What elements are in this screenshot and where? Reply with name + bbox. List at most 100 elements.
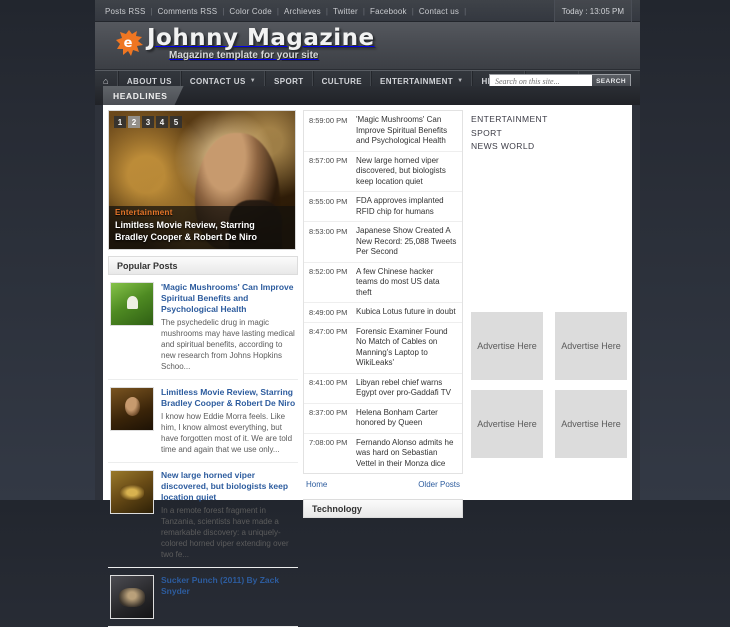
ticker-navigation: Home Older Posts: [303, 474, 463, 497]
ticker-time: 8:41:00 PM: [309, 378, 348, 387]
ticker-row[interactable]: 8:55:00 PM FDA approves implanted RFID ch…: [304, 192, 462, 222]
slider-page-4[interactable]: 4: [156, 116, 168, 128]
site-logo[interactable]: e Johnny Magazine Magazine template for …: [115, 25, 375, 61]
ticker-title[interactable]: FDA approves implanted RFID chip for hum…: [356, 196, 457, 217]
technology-heading: Technology: [303, 499, 463, 518]
post-thumbnail: [110, 470, 154, 514]
popular-post-item[interactable]: 'Magic Mushrooms' Can Improve Spiritual …: [108, 275, 298, 380]
site-shell: Posts RSS | Comments RSS | Color Code | Archie…: [95, 0, 640, 627]
middle-column: 8:59:00 PM 'Magic Mushrooms' Can Improve …: [303, 110, 463, 518]
ticker-time: 8:55:00 PM: [309, 196, 348, 206]
ticker-row[interactable]: 8:49:00 PM Kubica Lotus future in doubt: [304, 303, 462, 323]
popular-posts-heading: Popular Posts: [108, 256, 298, 275]
ticker-row[interactable]: 7:08:00 PM Fernando Alonso admits he was …: [304, 434, 462, 474]
slider-page-5[interactable]: 5: [170, 116, 182, 128]
popular-post-item[interactable]: New large horned viper discovered, but b…: [108, 463, 298, 568]
popular-post-item[interactable]: Limitless Movie Review, Starring Bradley…: [108, 380, 298, 463]
ticker-title[interactable]: Forensic Examiner Found No Match of Cabl…: [356, 327, 457, 369]
content-page: 12345 Entertainment Limitless Movie Revi…: [103, 105, 632, 627]
ticker-row[interactable]: 8:59:00 PM 'Magic Mushrooms' Can Improve …: [304, 111, 462, 152]
popular-posts-list: 'Magic Mushrooms' Can Improve Spiritual …: [108, 275, 298, 627]
slider-page-1[interactable]: 1: [114, 116, 126, 128]
advertise-box-2[interactable]: Advertise Here: [555, 312, 627, 380]
nav-item-label: CULTURE: [321, 76, 363, 86]
topbar-separator: |: [222, 6, 225, 16]
slider-page-3[interactable]: 3: [142, 116, 154, 128]
ticker-title[interactable]: Helena Bonham Carter honored by Queen: [356, 408, 457, 429]
logo-text: Johnny Magazine Magazine template for yo…: [147, 25, 375, 61]
logo-splat-icon: e: [115, 28, 145, 58]
ticker-time: 8:59:00 PM: [309, 115, 348, 125]
ticker-row[interactable]: 8:47:00 PM Forensic Examiner Found No Mat…: [304, 323, 462, 374]
post-title[interactable]: Limitless Movie Review, Starring Bradley…: [161, 387, 296, 409]
ticker-title[interactable]: Kubica Lotus future in doubt: [356, 307, 457, 318]
home-icon: ⌂: [103, 76, 109, 86]
advertise-box-4[interactable]: Advertise Here: [555, 390, 627, 458]
post-title[interactable]: New large horned viper discovered, but b…: [161, 470, 296, 503]
ticker-time: 7:08:00 PM: [309, 438, 348, 447]
sidebar-category-news-world[interactable]: NEWS WORLD: [471, 140, 627, 154]
ticker-title[interactable]: Fernando Alonso admits he was hard on Se…: [356, 438, 457, 470]
popular-post-item[interactable]: Sucker Punch (2011) By Zack Snyder: [108, 568, 298, 627]
ticker-title[interactable]: New large horned viper discovered, but b…: [356, 156, 457, 188]
slider-caption: Entertainment Limitless Movie Review, St…: [109, 206, 295, 249]
home-link[interactable]: Home: [306, 480, 327, 489]
slider-category[interactable]: Entertainment: [115, 208, 289, 217]
sidebar-category-entertainment[interactable]: ENTERTAINMENT: [471, 113, 627, 127]
topbar-link-color-code[interactable]: Color Code: [229, 7, 271, 16]
sidebar-categories: ENTERTAINMENT SPORT NEWS WORLD: [471, 113, 627, 154]
featured-slider[interactable]: 12345 Entertainment Limitless Movie Revi…: [108, 110, 296, 250]
topbar-link-facebook[interactable]: Facebook: [370, 7, 407, 16]
post-body: Sucker Punch (2011) By Zack Snyder: [161, 575, 296, 619]
ticker-time: 8:47:00 PM: [309, 327, 348, 336]
topbar-separator: |: [325, 6, 328, 16]
topbar-separator: |: [464, 6, 467, 16]
utility-topbar: Posts RSS | Comments RSS | Color Code | Archie…: [95, 0, 640, 22]
topbar-link-posts-rss[interactable]: Posts RSS: [105, 7, 145, 16]
chevron-down-icon: ▼: [249, 78, 257, 84]
advertise-box-1[interactable]: Advertise Here: [471, 312, 543, 380]
ticker-title[interactable]: Japanese Show Created A New Record: 25,0…: [356, 226, 457, 258]
topbar-separator: |: [362, 6, 365, 16]
ticker-time: 8:52:00 PM: [309, 267, 348, 276]
news-ticker-list: 8:59:00 PM 'Magic Mushrooms' Can Improve …: [303, 110, 463, 474]
site-header: e Johnny Magazine Magazine template for …: [95, 22, 640, 70]
ticker-row[interactable]: 8:57:00 PM New large horned viper discove…: [304, 152, 462, 192]
ticker-title[interactable]: A few Chinese hacker teams do most US da…: [356, 267, 457, 299]
nav-item-label: ABOUT US: [126, 76, 172, 86]
post-thumbnail: [110, 387, 154, 431]
ticker-row[interactable]: 8:52:00 PM A few Chinese hacker teams do …: [304, 263, 462, 303]
topbar-link-contact-us[interactable]: Contact us: [419, 7, 459, 16]
post-title[interactable]: 'Magic Mushrooms' Can Improve Spiritual …: [161, 282, 296, 315]
topbar-separator: |: [150, 6, 153, 16]
headlines-tab[interactable]: HEADLINES: [103, 86, 184, 105]
post-body: 'Magic Mushrooms' Can Improve Spiritual …: [161, 282, 296, 372]
slider-page-2[interactable]: 2: [128, 116, 140, 128]
current-time-label: Today : 13:05 PM: [553, 0, 632, 22]
ticker-time: 8:49:00 PM: [309, 307, 348, 317]
sidebar-category-sport[interactable]: SPORT: [471, 127, 627, 141]
post-thumbnail: [110, 575, 154, 619]
advertise-grid: Advertise Here Advertise Here Advertise He…: [471, 312, 627, 458]
nav-item-label: ENTERTAINMENT: [380, 76, 454, 86]
ticker-time: 8:37:00 PM: [309, 408, 348, 417]
site-title: Johnny Magazine: [147, 25, 375, 51]
topbar-separator: |: [276, 6, 279, 16]
ticker-row[interactable]: 8:41:00 PM Libyan rebel chief warns Egypt…: [304, 374, 462, 404]
post-excerpt: The psychedelic drug in magic mushrooms …: [161, 318, 295, 371]
ticker-title[interactable]: 'Magic Mushrooms' Can Improve Spiritual …: [356, 115, 457, 147]
topbar-link-twitter[interactable]: Twitter: [333, 7, 358, 16]
ticker-row[interactable]: 8:53:00 PM Japanese Show Created A New Re…: [304, 222, 462, 263]
site-tagline: Magazine template for your site: [169, 50, 319, 61]
ticker-title[interactable]: Libyan rebel chief warns Egypt over pro-…: [356, 378, 457, 399]
older-posts-link[interactable]: Older Posts: [418, 480, 460, 489]
ticker-time: 8:53:00 PM: [309, 226, 348, 236]
post-title[interactable]: Sucker Punch (2011) By Zack Snyder: [161, 575, 296, 597]
post-thumbnail: [110, 282, 154, 326]
topbar-link-comments-rss[interactable]: Comments RSS: [158, 7, 218, 16]
headlines-bar: HEADLINES: [95, 86, 640, 105]
slider-title[interactable]: Limitless Movie Review, Starring Bradley…: [115, 219, 289, 243]
topbar-link-archieves[interactable]: Archieves: [284, 7, 321, 16]
ticker-row[interactable]: 8:37:00 PM Helena Bonham Carter honored b…: [304, 404, 462, 434]
advertise-box-3[interactable]: Advertise Here: [471, 390, 543, 458]
